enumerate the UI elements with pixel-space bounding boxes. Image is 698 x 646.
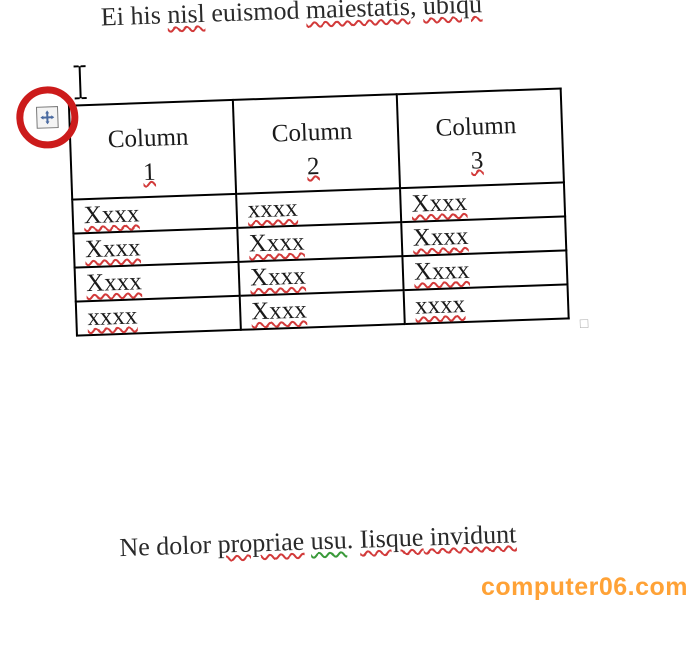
misspelled-word: ubiqu (422, 0, 482, 20)
table-cell[interactable]: Xxxx (238, 256, 403, 296)
misspelled-word: propriae (217, 526, 305, 558)
misspelled-word: maiestatis (305, 0, 410, 24)
cell-text: Xxxx (86, 268, 142, 297)
table-move-handle[interactable] (36, 106, 59, 129)
header-num: 1 (82, 153, 217, 191)
cell-text: Xxxx (84, 234, 140, 263)
cell-text: xxxx (415, 290, 466, 319)
body-text-bottom: Ne dolor propriae usu. Iisque invidunt (9, 512, 698, 566)
table-cell[interactable]: Xxxx (402, 250, 567, 290)
header-num: 2 (246, 148, 381, 186)
table-cell[interactable]: Xxxx (73, 227, 238, 267)
misspelled-word: invidunt (423, 519, 517, 551)
misspelled-word: nisl (167, 0, 206, 29)
cell-text: xxxx (87, 302, 138, 331)
table-header-cell[interactable]: Column3 (397, 89, 564, 188)
body-text-top: Ei his nisl euismod maiestatis, ubiqu (0, 0, 689, 36)
table-cell[interactable]: xxxx (236, 188, 401, 228)
cell-text: Xxxx (412, 222, 468, 251)
document-table[interactable]: Column1 Column2 Column3 Xxxx xxxx Xxxx X… (68, 87, 570, 336)
misspelled-word: Iisque (359, 522, 424, 553)
header-label: Column (271, 118, 352, 148)
cell-text: Xxxx (411, 188, 467, 217)
grammar-word: usu (310, 525, 347, 555)
table-cell[interactable]: Xxxx (401, 216, 566, 256)
table-header-cell[interactable]: Column1 (69, 100, 236, 199)
annotation-circle (15, 85, 79, 149)
watermark-text: computer06.com (481, 573, 688, 602)
cell-text: Xxxx (250, 262, 306, 291)
table-cell[interactable]: Xxxx (72, 193, 237, 233)
table-cell[interactable]: Xxxx (240, 290, 405, 330)
cell-text: xxxx (247, 194, 298, 223)
table-cell[interactable]: Xxxx (237, 222, 402, 262)
text-fragment: euismod (204, 0, 306, 28)
table-cell[interactable]: Xxxx (75, 261, 240, 301)
table-end-marker: □ (580, 316, 589, 331)
header-num: 3 (410, 142, 545, 180)
text-fragment: , (409, 0, 423, 21)
table-header-cell[interactable]: Column2 (233, 94, 400, 193)
header-label: Column (435, 112, 516, 142)
cell-text: Xxxx (83, 200, 139, 229)
text-fragment: Ei his (100, 0, 167, 31)
cell-text: Xxxx (248, 228, 304, 257)
table-header-row: Column1 Column2 Column3 (69, 89, 564, 200)
table-cell[interactable]: xxxx (76, 295, 241, 335)
cell-text: Xxxx (251, 296, 307, 325)
cell-text: Xxxx (413, 256, 469, 285)
table-cell[interactable]: xxxx (404, 284, 569, 324)
table-cell[interactable]: Xxxx (400, 182, 565, 222)
text-fragment: Ne dolor (119, 529, 218, 561)
header-label: Column (107, 124, 188, 154)
move-icon (40, 110, 54, 124)
